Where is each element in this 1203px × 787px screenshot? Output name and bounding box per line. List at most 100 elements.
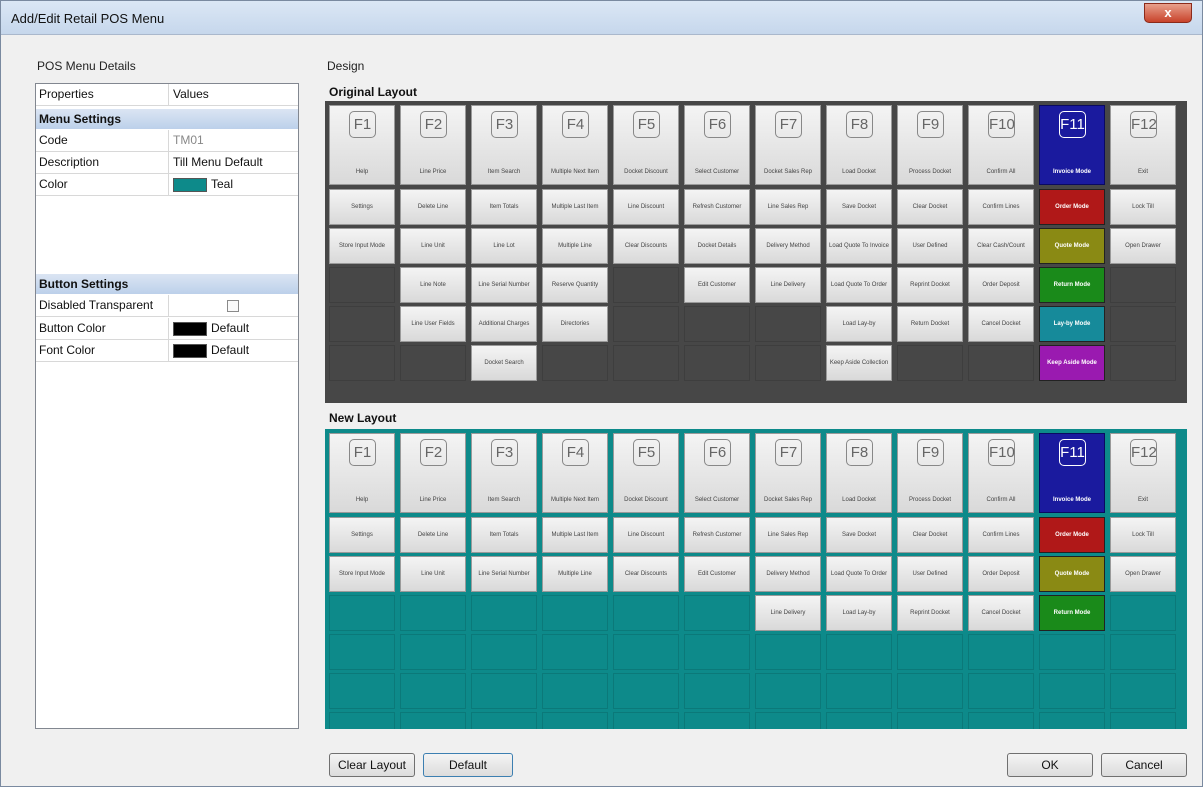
function-key-f11-button[interactable]: F11 Invoice Mode [1039,433,1105,513]
function-key-f6-button[interactable]: F6 Select Customer [684,105,750,185]
return-mode-button[interactable]: Return Mode [1039,267,1105,303]
settings-button[interactable]: Settings [329,517,395,553]
load-quote-to-order-button[interactable]: Load Quote To Order [826,267,892,303]
line-sales-rep-button[interactable]: Line Sales Rep [755,517,821,553]
line-discount-button[interactable]: Line Discount [613,517,679,553]
empty-slot[interactable] [400,345,466,381]
function-key-f4-button[interactable]: F4 Multiple Next Item [542,105,608,185]
directories-button[interactable]: Directories [542,306,608,342]
function-key-f10-button[interactable]: F10 Confirm All [968,105,1034,185]
function-key-f7-button[interactable]: F7 Docket Sales Rep [755,105,821,185]
user-defined-button[interactable]: User Defined [897,556,963,592]
reprint-docket-button[interactable]: Reprint Docket [897,267,963,303]
order-mode-button[interactable]: Order Mode [1039,517,1105,553]
empty-slot[interactable] [755,673,821,709]
empty-slot[interactable] [755,345,821,381]
open-drawer-button[interactable]: Open Drawer [1110,228,1176,264]
empty-slot[interactable] [329,345,395,381]
empty-slot[interactable] [329,712,395,729]
empty-slot[interactable] [329,306,395,342]
empty-slot[interactable] [968,345,1034,381]
keep-aside-mode-button[interactable]: Keep Aside Mode [1039,345,1105,381]
quote-mode-button[interactable]: Quote Mode [1039,556,1105,592]
line-unit-button[interactable]: Line Unit [400,228,466,264]
empty-slot[interactable] [1039,634,1105,670]
description-value[interactable]: Till Menu Default [169,152,298,173]
empty-slot[interactable] [826,673,892,709]
settings-button[interactable]: Settings [329,189,395,225]
ok-button[interactable]: OK [1007,753,1093,777]
empty-slot[interactable] [329,595,395,631]
load-lay-by-button[interactable]: Load Lay-by [826,306,892,342]
refresh-customer-button[interactable]: Refresh Customer [684,517,750,553]
line-lot-button[interactable]: Line Lot [471,228,537,264]
empty-slot[interactable] [613,267,679,303]
function-key-f3-button[interactable]: F3 Item Search [471,105,537,185]
empty-slot[interactable] [684,595,750,631]
function-key-f2-button[interactable]: F2 Line Price [400,105,466,185]
empty-slot[interactable] [968,634,1034,670]
function-key-f9-button[interactable]: F9 Process Docket [897,105,963,185]
empty-slot[interactable] [968,712,1034,729]
clear-discounts-button[interactable]: Clear Discounts [613,228,679,264]
line-serial-number-button[interactable]: Line Serial Number [471,556,537,592]
delivery-method-button[interactable]: Delivery Method [755,228,821,264]
save-docket-button[interactable]: Save Docket [826,517,892,553]
return-mode-button[interactable]: Return Mode [1039,595,1105,631]
line-user-fields-button[interactable]: Line User Fields [400,306,466,342]
confirm-lines-button[interactable]: Confirm Lines [968,189,1034,225]
function-key-f8-button[interactable]: F8 Load Docket [826,433,892,513]
docket-details-button[interactable]: Docket Details [684,228,750,264]
empty-slot[interactable] [755,634,821,670]
empty-slot[interactable] [1110,267,1176,303]
empty-slot[interactable] [684,712,750,729]
empty-slot[interactable] [1039,712,1105,729]
function-key-f9-button[interactable]: F9 Process Docket [897,433,963,513]
additional-charges-button[interactable]: Additional Charges [471,306,537,342]
docket-search-button[interactable]: Docket Search [471,345,537,381]
empty-slot[interactable] [329,634,395,670]
empty-slot[interactable] [684,673,750,709]
function-key-f1-button[interactable]: F1 Help [329,105,395,185]
delete-line-button[interactable]: Delete Line [400,517,466,553]
line-delivery-button[interactable]: Line Delivery [755,595,821,631]
line-unit-button[interactable]: Line Unit [400,556,466,592]
store-input-mode-button[interactable]: Store Input Mode [329,228,395,264]
multiple-line-button[interactable]: Multiple Line [542,228,608,264]
clear-docket-button[interactable]: Clear Docket [897,517,963,553]
user-defined-button[interactable]: User Defined [897,228,963,264]
reserve-quantity-button[interactable]: Reserve Quantity [542,267,608,303]
default-button[interactable]: Default [423,753,513,777]
empty-slot[interactable] [897,345,963,381]
function-key-f2-button[interactable]: F2 Line Price [400,433,466,513]
function-key-f8-button[interactable]: F8 Load Docket [826,105,892,185]
empty-slot[interactable] [1110,306,1176,342]
function-key-f4-button[interactable]: F4 Multiple Next Item [542,433,608,513]
empty-slot[interactable] [613,673,679,709]
empty-slot[interactable] [897,634,963,670]
empty-slot[interactable] [897,712,963,729]
empty-slot[interactable] [471,634,537,670]
multiple-line-button[interactable]: Multiple Line [542,556,608,592]
empty-slot[interactable] [755,306,821,342]
empty-slot[interactable] [1110,345,1176,381]
empty-slot[interactable] [400,673,466,709]
empty-slot[interactable] [542,634,608,670]
delivery-method-button[interactable]: Delivery Method [755,556,821,592]
empty-slot[interactable] [542,345,608,381]
function-key-f1-button[interactable]: F1 Help [329,433,395,513]
item-totals-button[interactable]: Item Totals [471,189,537,225]
clear-docket-button[interactable]: Clear Docket [897,189,963,225]
function-key-f12-button[interactable]: F12 Exit [1110,105,1176,185]
edit-customer-button[interactable]: Edit Customer [684,556,750,592]
empty-slot[interactable] [613,634,679,670]
empty-slot[interactable] [613,595,679,631]
empty-slot[interactable] [684,634,750,670]
function-key-f6-button[interactable]: F6 Select Customer [684,433,750,513]
line-discount-button[interactable]: Line Discount [613,189,679,225]
empty-slot[interactable] [613,306,679,342]
font-color-value[interactable]: Default [169,340,298,361]
empty-slot[interactable] [1110,673,1176,709]
close-button[interactable]: x [1144,3,1192,23]
store-input-mode-button[interactable]: Store Input Mode [329,556,395,592]
